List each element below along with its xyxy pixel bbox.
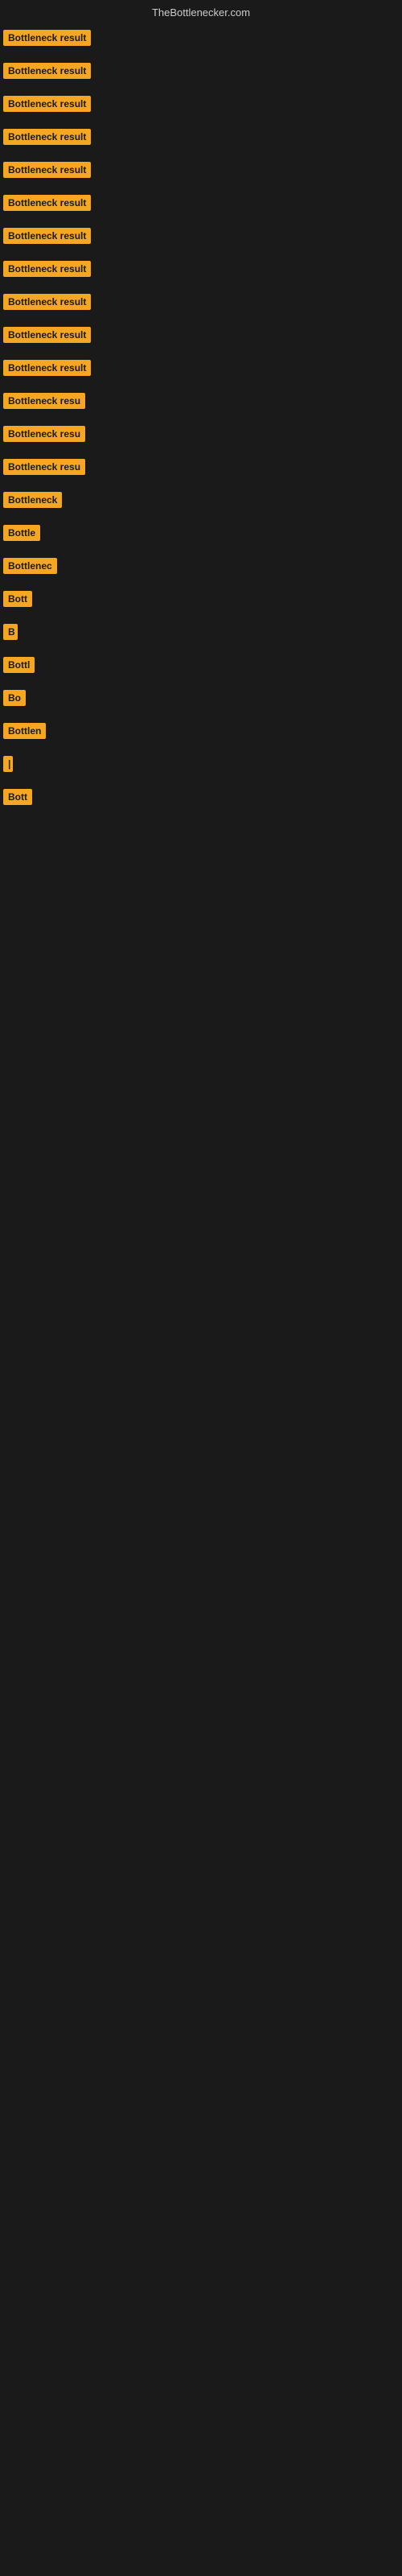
bottleneck-badge[interactable]: Bottle: [3, 525, 40, 541]
bottleneck-badge[interactable]: Bottleneck result: [3, 228, 91, 244]
list-item: Bottleneck resu: [2, 452, 402, 485]
bottleneck-badge[interactable]: Bottleneck result: [3, 30, 91, 46]
list-item: Bottlen: [2, 716, 402, 749]
list-item: Bo: [2, 683, 402, 716]
list-item: Bottl: [2, 650, 402, 683]
list-item: Bottleneck result: [2, 155, 402, 188]
bottleneck-badge[interactable]: Bottl: [3, 657, 35, 673]
page-wrapper: TheBottlenecker.com Bottleneck resultBot…: [0, 0, 402, 815]
bottleneck-badge[interactable]: Bottleneck result: [3, 195, 91, 211]
list-item: Bottleneck result: [2, 254, 402, 287]
list-item: Bottleneck: [2, 485, 402, 518]
list-item: Bottleneck result: [2, 320, 402, 353]
bottleneck-badge[interactable]: Bottleneck result: [3, 261, 91, 277]
list-item: Bottle: [2, 518, 402, 551]
list-item: |: [2, 749, 402, 782]
list-item: Bott: [2, 584, 402, 617]
list-item: Bottleneck result: [2, 89, 402, 122]
bottleneck-badge[interactable]: Bottlen: [3, 723, 46, 739]
bottleneck-badge[interactable]: Bottlenec: [3, 558, 57, 574]
bottleneck-badge[interactable]: Bottleneck: [3, 492, 62, 508]
bottleneck-badge[interactable]: Bottleneck result: [3, 63, 91, 79]
site-header: TheBottlenecker.com: [0, 0, 402, 22]
site-title: TheBottlenecker.com: [152, 6, 250, 19]
bottleneck-badge[interactable]: Bo: [3, 690, 26, 706]
bottleneck-badge[interactable]: Bottleneck result: [3, 96, 91, 112]
list-item: Bottleneck result: [2, 353, 402, 386]
bottleneck-badge[interactable]: Bottleneck result: [3, 360, 91, 376]
list-item: B: [2, 617, 402, 650]
items-container: Bottleneck result Bottleneck result Bottle…: [0, 22, 402, 815]
list-item: Bottleneck result: [2, 188, 402, 221]
bottleneck-badge[interactable]: Bottleneck result: [3, 294, 91, 310]
list-item: Bottleneck resu: [2, 419, 402, 452]
list-item: Bottleneck result: [2, 221, 402, 254]
bottleneck-badge[interactable]: Bottleneck result: [3, 129, 91, 145]
list-item: Bott: [2, 782, 402, 815]
bottleneck-badge[interactable]: Bottleneck resu: [3, 426, 85, 442]
bottleneck-badge[interactable]: B: [3, 624, 18, 640]
list-item: Bottlenec: [2, 551, 402, 584]
list-item: Bottleneck resu: [2, 386, 402, 419]
list-item: Bottleneck result: [2, 23, 402, 56]
bottleneck-badge[interactable]: Bott: [3, 789, 32, 805]
list-item: Bottleneck result: [2, 122, 402, 155]
list-item: Bottleneck result: [2, 56, 402, 89]
list-item: Bottleneck result: [2, 287, 402, 320]
bottleneck-badge[interactable]: Bottleneck result: [3, 327, 91, 343]
bottleneck-badge[interactable]: Bottleneck result: [3, 162, 91, 178]
bottleneck-badge[interactable]: |: [3, 756, 13, 772]
bottleneck-badge[interactable]: Bottleneck resu: [3, 393, 85, 409]
bottleneck-badge[interactable]: Bott: [3, 591, 32, 607]
bottleneck-badge[interactable]: Bottleneck resu: [3, 459, 85, 475]
